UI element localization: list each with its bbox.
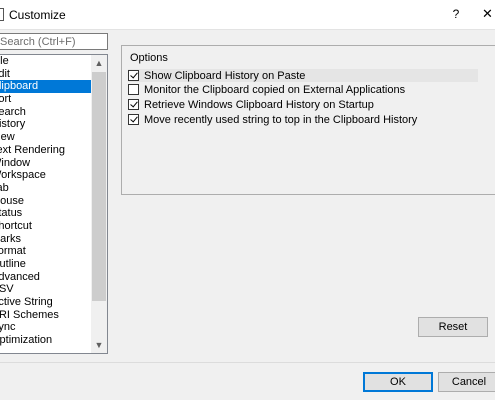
category-item[interactable]: Tab bbox=[0, 182, 91, 195]
category-item[interactable]: History bbox=[0, 118, 91, 131]
ok-button[interactable]: OK bbox=[363, 372, 433, 392]
category-item[interactable]: Window bbox=[0, 157, 91, 170]
category-item[interactable]: Outline bbox=[0, 258, 91, 271]
scroll-down-icon[interactable]: ▼ bbox=[91, 337, 107, 353]
option-row[interactable]: Show Clipboard History on Paste bbox=[128, 69, 478, 82]
category-item[interactable]: URI Schemes bbox=[0, 309, 91, 322]
option-row[interactable]: Monitor the Clipboard copied on External… bbox=[128, 83, 478, 96]
option-checkbox[interactable] bbox=[128, 84, 139, 95]
category-item[interactable]: Sort bbox=[0, 93, 91, 106]
category-item[interactable]: Marks bbox=[0, 233, 91, 246]
category-item[interactable]: Status bbox=[0, 207, 91, 220]
scroll-up-icon[interactable]: ▲ bbox=[91, 55, 107, 71]
category-item[interactable]: Workspace bbox=[0, 169, 91, 182]
category-item[interactable]: Shortcut bbox=[0, 220, 91, 233]
category-scrollbar[interactable]: ▲ ▼ bbox=[91, 55, 107, 353]
options-pane: Options Show Clipboard History on Paste M… bbox=[121, 45, 495, 195]
category-item[interactable]: Text Rendering bbox=[0, 144, 91, 157]
cancel-button[interactable]: Cancel bbox=[438, 372, 495, 392]
category-item[interactable]: Format bbox=[0, 245, 91, 258]
category-item[interactable]: Advanced bbox=[0, 271, 91, 284]
option-checkbox[interactable] bbox=[128, 70, 139, 81]
option-label: Retrieve Windows Clipboard History on St… bbox=[144, 98, 374, 111]
window-title: Customize bbox=[9, 8, 66, 22]
option-checkbox[interactable] bbox=[128, 99, 139, 110]
category-item[interactable]: Clipboard bbox=[0, 80, 91, 94]
option-label: Show Clipboard History on Paste bbox=[144, 69, 306, 82]
option-checkbox[interactable] bbox=[128, 114, 139, 125]
category-item[interactable]: Edit bbox=[0, 68, 91, 81]
option-label: Move recently used string to top in the … bbox=[144, 113, 418, 126]
category-item[interactable]: Search bbox=[0, 106, 91, 119]
search-input[interactable] bbox=[0, 33, 108, 50]
reset-button[interactable]: Reset bbox=[418, 317, 488, 337]
category-list[interactable]: FileEditClipboardSortSearchHistoryViewTe… bbox=[0, 54, 108, 354]
category-item[interactable]: View bbox=[0, 131, 91, 144]
category-item[interactable]: Optimization bbox=[0, 334, 91, 347]
category-item[interactable]: Sync bbox=[0, 321, 91, 334]
category-item[interactable]: Mouse bbox=[0, 195, 91, 208]
footer-separator bbox=[0, 362, 495, 363]
app-icon bbox=[0, 8, 4, 21]
options-header: Options bbox=[130, 52, 168, 64]
category-items: FileEditClipboardSortSearchHistoryViewTe… bbox=[0, 55, 91, 347]
title-bar: Customize ? ✕ bbox=[0, 0, 495, 30]
close-button[interactable]: ✕ bbox=[482, 4, 495, 24]
category-item[interactable]: File bbox=[0, 55, 91, 68]
option-row[interactable]: Retrieve Windows Clipboard History on St… bbox=[128, 98, 478, 111]
category-item[interactable]: CSV bbox=[0, 283, 91, 296]
option-row[interactable]: Move recently used string to top in the … bbox=[128, 113, 478, 126]
scroll-thumb[interactable] bbox=[92, 72, 106, 301]
option-label: Monitor the Clipboard copied on External… bbox=[144, 83, 406, 96]
category-item[interactable]: Active String bbox=[0, 296, 91, 309]
help-button[interactable]: ? bbox=[446, 4, 466, 24]
